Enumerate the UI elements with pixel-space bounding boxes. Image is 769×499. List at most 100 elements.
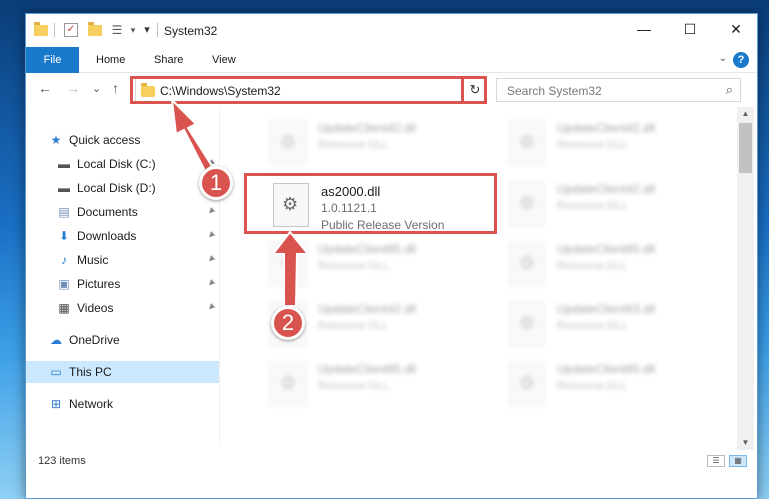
vertical-scrollbar[interactable]: ▲ ▼ [737, 107, 754, 450]
file-explorer-window: ✓ ☰ ▾ ▾ System32 — ☐ ✕ File Home Share V… [25, 13, 758, 499]
tab-home[interactable]: Home [96, 47, 125, 73]
search-icon: ⌕ [725, 82, 733, 97]
cloud-icon: ☁ [50, 333, 62, 347]
help-icon[interactable]: ? [733, 52, 749, 68]
drive-icon: ▬ [58, 157, 70, 171]
window-title: System32 [164, 24, 218, 38]
file-type: Resource DLL [318, 139, 389, 151]
download-icon: ⬇ [58, 229, 70, 243]
close-button[interactable]: ✕ [713, 14, 759, 44]
properties-icon[interactable]: ✓ [64, 23, 78, 37]
file-highlight-box [244, 173, 497, 234]
search-input[interactable]: Search System32 ⌕ [496, 78, 741, 102]
file-item[interactable]: UpdateClient65.dll Resource DLL [509, 358, 738, 414]
file-item[interactable]: UpdateClient63.dll Resource DLL [509, 298, 738, 354]
minimize-button[interactable]: — [621, 14, 667, 44]
expand-ribbon-icon[interactable]: ⌄ [719, 53, 727, 64]
file-item[interactable]: UpdateClient65.dll Resource DLL [270, 358, 500, 414]
drive-icon: ▬ [58, 181, 70, 195]
navigation-bar: ← → ⌄ ↑ C:\Windows\System32 ⌄ ↻ Search S… [26, 74, 757, 106]
customize-icon[interactable]: ☰ [110, 23, 124, 37]
file-type: Resource DLL [557, 320, 628, 332]
sidebar-item-music[interactable]: ♪ Music [56, 249, 108, 271]
navigation-pane: ★ Quick access ▬ Local Disk (C:) ▼ ▬ Local Dis… [26, 114, 219, 444]
tab-view[interactable]: View [212, 47, 236, 73]
file-name: UpdateClient42.dll [318, 302, 417, 316]
dll-file-icon [509, 362, 545, 406]
file-type: Resource DLL [557, 200, 628, 212]
ribbon: File Home Share View ⌄ ? [26, 47, 757, 73]
recent-locations-button[interactable]: ⌄ [92, 82, 101, 95]
sidebar-item-label: Documents [77, 205, 138, 219]
file-type: Resource DLL [557, 139, 628, 151]
file-item[interactable]: UpdateClient42.dll Resource DLL [509, 117, 738, 173]
sidebar-item-label: OneDrive [69, 333, 120, 347]
file-item[interactable]: UpdateClient65.dll Resource DLL [509, 238, 738, 294]
sidebar-item-label: Music [77, 253, 109, 267]
maximize-button[interactable]: ☐ [667, 14, 713, 44]
sidebar-item-label: Pictures [77, 277, 121, 291]
computer-icon: ▭ [50, 365, 62, 379]
sidebar-item-quick-access[interactable]: ★ Quick access [48, 129, 141, 151]
network-icon: ⊞ [50, 397, 62, 411]
quick-access-dropdown-icon[interactable]: ▾ [126, 23, 140, 37]
sidebar-item-pictures[interactable]: ▣ Pictures [56, 273, 120, 295]
pin-icon[interactable]: ▼ [204, 276, 219, 291]
refresh-highlight-box [461, 76, 487, 104]
file-name: UpdateClient65.dll [318, 242, 417, 256]
scroll-up-icon[interactable]: ▲ [737, 107, 754, 121]
item-count: 123 items [38, 455, 86, 467]
divider [219, 106, 220, 446]
new-folder-icon[interactable] [88, 22, 102, 37]
sidebar-item-label: Downloads [77, 229, 137, 243]
folder-icon[interactable] [34, 22, 48, 37]
tab-file[interactable]: File [26, 47, 79, 73]
sidebar-item-network[interactable]: ⊞ Network [48, 393, 113, 415]
file-item[interactable]: UpdateClient65.dll Resource DLL [270, 238, 500, 294]
pin-icon[interactable]: ▼ [204, 252, 219, 267]
file-type: Resource DLL [318, 320, 389, 332]
search-placeholder: Search System32 [507, 84, 602, 98]
music-icon: ♪ [61, 253, 67, 267]
sidebar-item-videos[interactable]: ▦ Videos [56, 297, 113, 319]
file-name: UpdateClient63.dll [557, 302, 656, 316]
pictures-icon: ▣ [58, 277, 70, 291]
sidebar-item-onedrive[interactable]: ☁ OneDrive [48, 329, 120, 351]
address-highlight-box [130, 76, 487, 104]
sidebar-item-label: Quick access [69, 133, 141, 147]
scroll-thumb[interactable] [739, 123, 752, 173]
file-type: Resource DLL [318, 260, 389, 272]
dll-file-icon [509, 121, 545, 165]
callout-2: 2 [271, 306, 305, 340]
sidebar-item-label: Videos [77, 301, 114, 315]
sidebar-item-local-disk-c[interactable]: ▬ Local Disk (C:) [56, 153, 156, 175]
file-type: Resource DLL [557, 260, 628, 272]
file-name: UpdateClient65.dll [557, 242, 656, 256]
documents-icon: ▤ [58, 205, 70, 219]
sidebar-item-downloads[interactable]: ⬇ Downloads [56, 225, 136, 247]
sidebar-item-this-pc[interactable]: ▭ This PC [26, 361, 219, 383]
tiles-view-icon[interactable]: ▦ [729, 455, 747, 467]
sidebar-item-label: Local Disk (D:) [77, 181, 156, 195]
sidebar-item-local-disk-d[interactable]: ▬ Local Disk (D:) [56, 177, 156, 199]
up-button[interactable]: ↑ [112, 80, 119, 96]
pin-icon[interactable]: ▼ [204, 204, 219, 219]
pin-icon[interactable]: ▼ [204, 228, 219, 243]
divider [157, 23, 158, 37]
file-item[interactable]: UpdateClient42.dll Resource DLL [270, 117, 500, 173]
forward-button[interactable]: → [66, 80, 80, 96]
dll-file-icon [509, 302, 545, 346]
dll-file-icon [270, 242, 306, 286]
details-view-icon[interactable]: ☰ [707, 455, 725, 467]
scroll-down-icon[interactable]: ▼ [737, 436, 754, 450]
dll-file-icon [270, 362, 306, 406]
file-type: Resource DLL [318, 380, 389, 392]
file-item[interactable]: UpdateClient42.dll Resource DLL [509, 178, 738, 234]
status-bar: 123 items ☰ ▦ [26, 450, 757, 472]
sidebar-item-documents[interactable]: ▤ Documents [56, 201, 138, 223]
back-button[interactable]: ← [38, 80, 52, 96]
pin-icon[interactable]: ▼ [204, 300, 219, 315]
chevron-down-icon[interactable]: ▾ [140, 23, 154, 37]
tab-share[interactable]: Share [154, 47, 183, 73]
sidebar-item-label: This PC [69, 365, 112, 379]
